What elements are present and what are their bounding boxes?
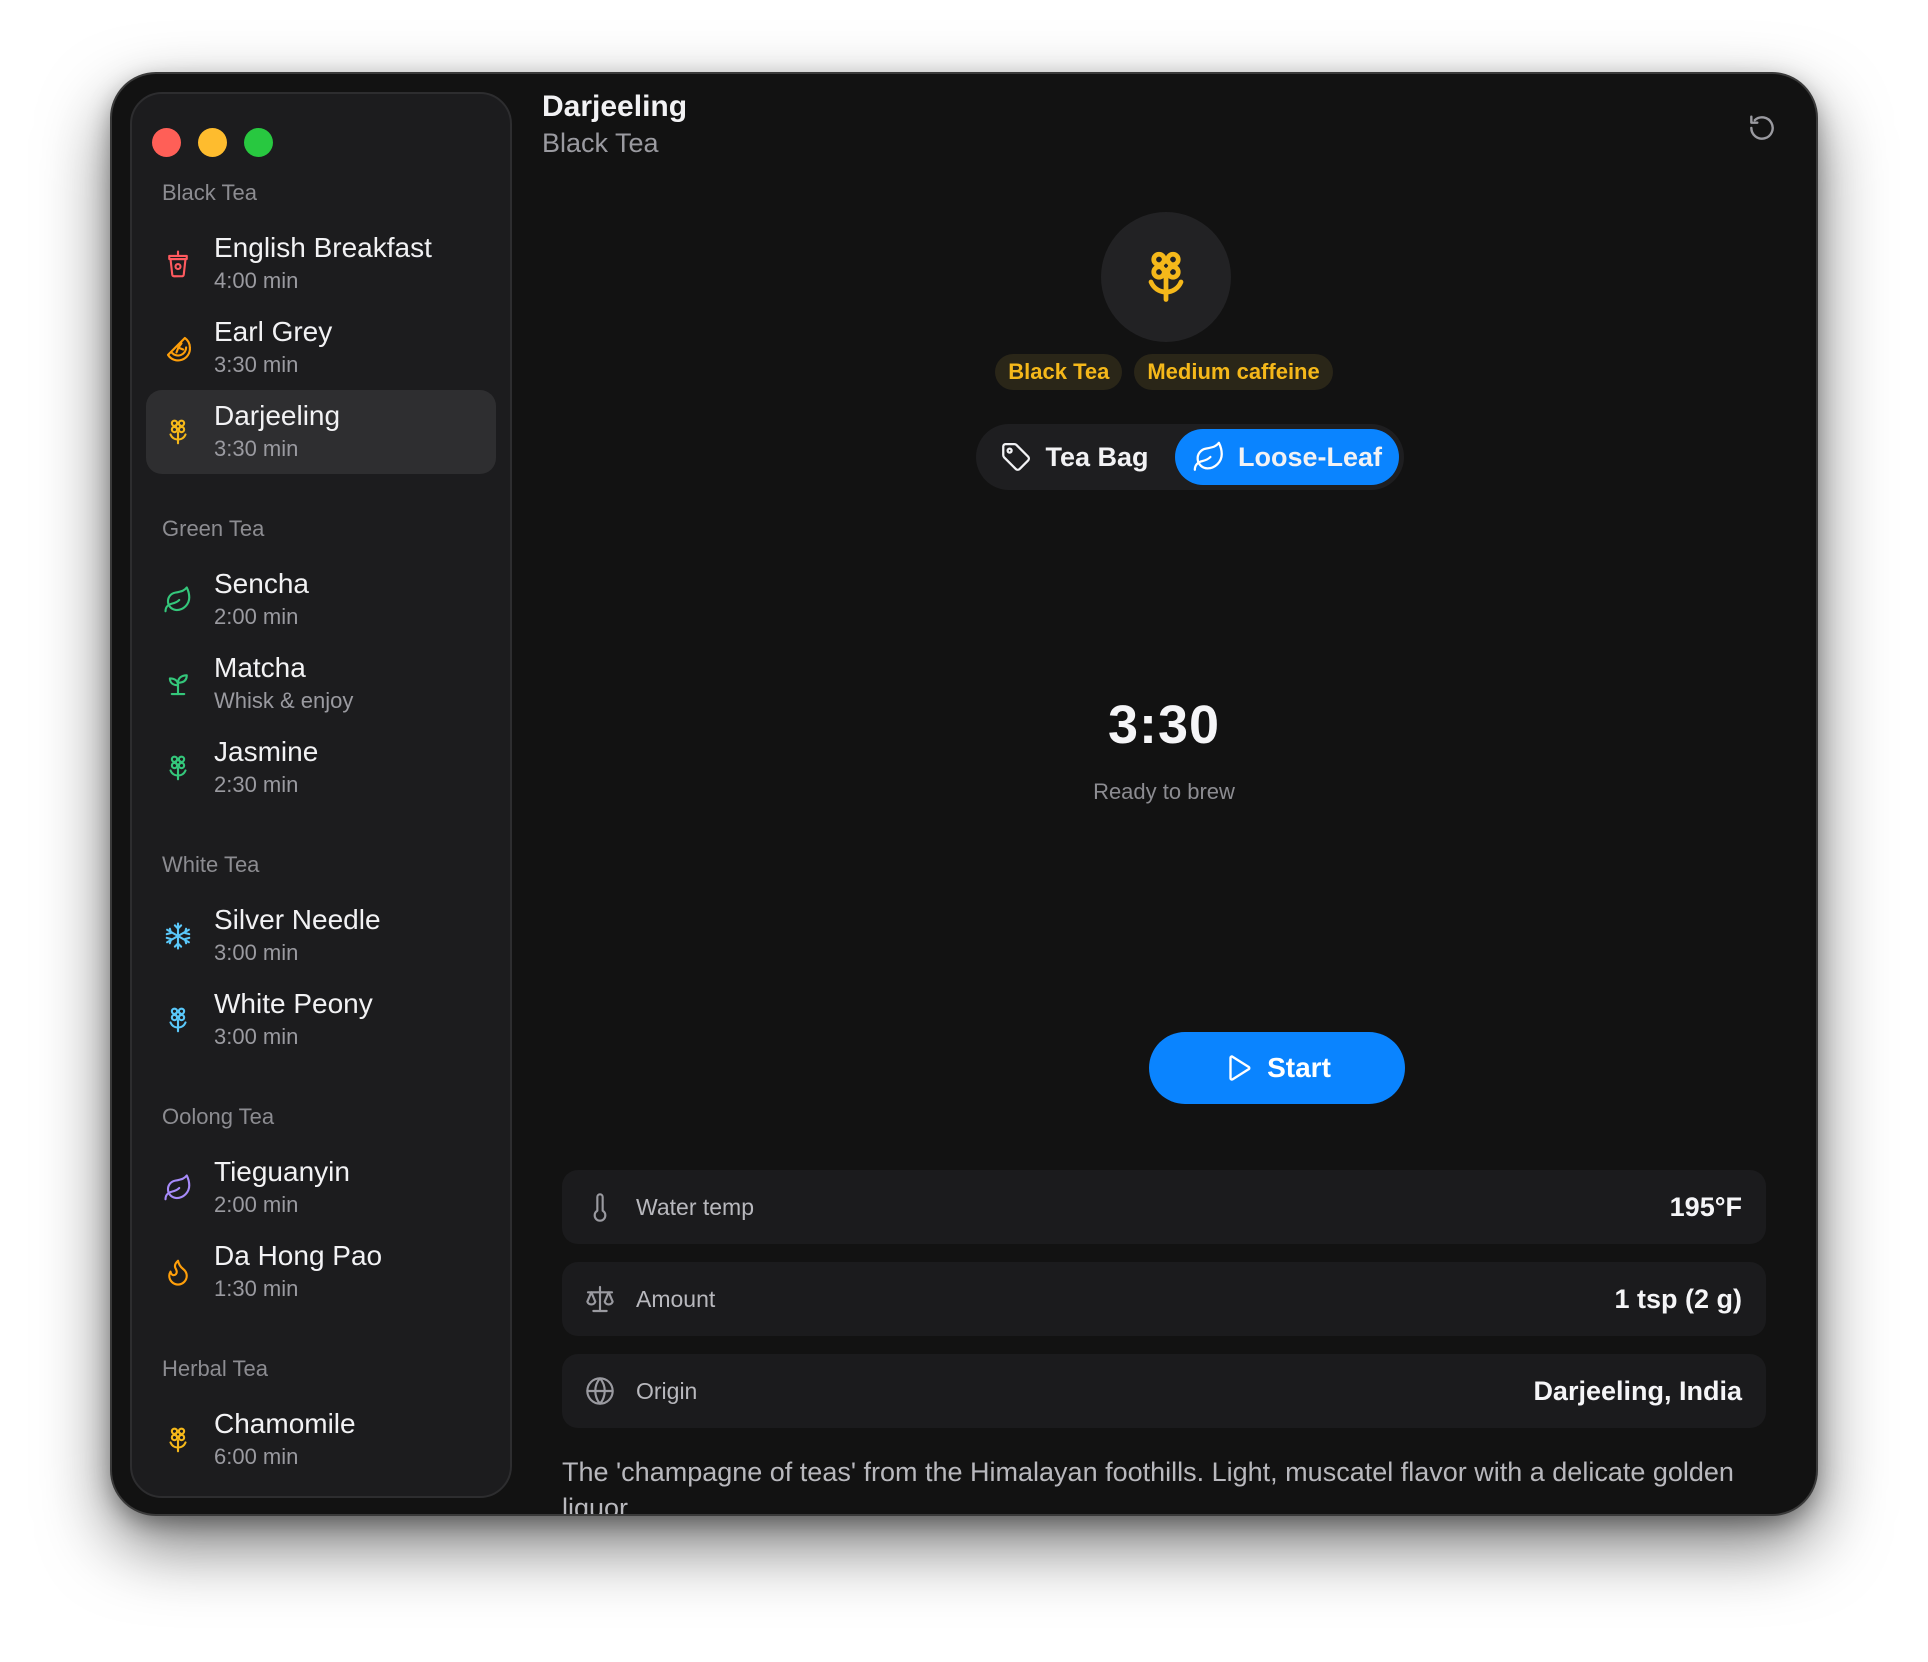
sidebar-item-sencha[interactable]: Sencha 2:00 min: [146, 558, 496, 642]
sidebar-item-label: White Peony: [214, 988, 373, 1019]
sidebar-item-subtitle: 3:30 min: [214, 436, 299, 461]
sidebar-item-label: Tieguanyin: [214, 1156, 350, 1187]
sprout-icon: [162, 668, 194, 700]
cup-icon: [162, 248, 194, 280]
minimize-window-button[interactable]: [198, 128, 227, 157]
sidebar-item-matcha[interactable]: Matcha Whisk & enjoy: [146, 642, 496, 726]
sidebar-item-peppermint[interactable]: Peppermint: [146, 1482, 496, 1496]
tag-icon: [1002, 442, 1031, 471]
sidebar-item-english-breakfast[interactable]: English Breakfast 4:00 min: [146, 222, 496, 306]
sidebar-item-subtitle: 2:00 min: [214, 604, 299, 629]
origin-row: Origin Darjeeling, India: [562, 1354, 1766, 1428]
info-value: 195°F: [1669, 1191, 1742, 1222]
sidebar-group: Oolong Tea Tieguanyin 2:00 min Da Hong Pao 1…: [132, 1100, 510, 1314]
sidebar-item-label: English Breakfast: [214, 232, 432, 263]
info-value: 1 tsp (2 g): [1614, 1283, 1742, 1314]
detail-pane: Darjeeling Black Tea Black Tea Medium ca…: [512, 74, 1816, 1514]
leaf-icon: [162, 1172, 194, 1204]
leaf-icon: [162, 584, 194, 616]
sidebar-item-subtitle: 3:30 min: [214, 352, 299, 377]
globe-icon: [586, 1377, 614, 1405]
info-value: Darjeeling, India: [1533, 1375, 1742, 1406]
app-window: Black Tea English Breakfast 4:00 min Earl G…: [112, 74, 1816, 1514]
flower-icon: [162, 1424, 194, 1456]
tea-description: The 'champagne of teas' from the Himalay…: [562, 1457, 1734, 1514]
caffeine-badge: Medium caffeine: [1134, 354, 1333, 390]
sidebar-item-silver-needle[interactable]: Silver Needle 3:00 min: [146, 894, 496, 978]
close-window-button[interactable]: [152, 128, 181, 157]
brew-mode-selector: Tea Bag Loose-Leaf: [976, 424, 1404, 490]
flower-icon: [162, 416, 194, 448]
sidebar-item-subtitle: 1:30 min: [214, 1276, 299, 1301]
timer-display: 3:30: [1107, 695, 1221, 755]
citrus-icon: [162, 332, 194, 364]
sidebar-group-title: Herbal Tea: [162, 1356, 268, 1381]
tea-list: Black Tea English Breakfast 4:00 min Earl G…: [132, 176, 510, 1496]
reset-icon[interactable]: [1746, 112, 1778, 144]
info-label: Amount: [636, 1285, 716, 1312]
sidebar-item-label: Matcha: [214, 652, 306, 683]
leaf-icon: [1193, 441, 1223, 471]
info-label: Water temp: [636, 1193, 755, 1220]
start-label: Start: [1267, 1052, 1331, 1083]
sidebar-item-subtitle: 3:00 min: [214, 940, 299, 965]
tea-bag-label: Tea Bag: [1045, 441, 1149, 472]
sidebar-item-label: Silver Needle: [214, 904, 381, 935]
maximize-window-button[interactable]: [244, 128, 273, 157]
loose-leaf-label: Loose-Leaf: [1237, 441, 1383, 472]
sidebar-item-da-hong-pao[interactable]: Da Hong Pao 1:30 min: [146, 1230, 496, 1314]
sidebar-item-label: Jasmine: [214, 736, 319, 767]
sidebar-item-jasmine[interactable]: Jasmine 2:30 min: [146, 726, 496, 810]
sidebar-group-title: Green Tea: [162, 516, 265, 541]
sidebar-group: Green Tea Sencha 2:00 min Matcha Whisk & enj…: [132, 512, 510, 810]
sidebar-group: Black Tea English Breakfast 4:00 min Earl G…: [132, 176, 510, 474]
loose-leaf-option[interactable]: Loose-Leaf: [1175, 429, 1399, 485]
sidebar-group-title: Oolong Tea: [162, 1104, 275, 1129]
timer-status: Ready to brew: [1093, 779, 1235, 804]
sidebar-group: White Tea Silver Needle 3:00 min White Peon…: [132, 848, 510, 1062]
hero-flower-icon: [1101, 212, 1231, 342]
info-label: Origin: [636, 1377, 698, 1404]
category-badge: Black Tea: [995, 354, 1123, 390]
window-controls: [152, 128, 273, 157]
sidebar-item-subtitle: 4:00 min: [214, 268, 299, 293]
sidebar-item-label: Earl Grey: [214, 316, 333, 347]
flame-icon: [162, 1256, 194, 1288]
play-icon: [1229, 1055, 1251, 1081]
page-title: Darjeeling: [542, 90, 688, 123]
sidebar-item-subtitle: 2:00 min: [214, 1192, 299, 1217]
sidebar-item-earl-grey[interactable]: Earl Grey 3:30 min: [146, 306, 496, 390]
thermometer-icon: [593, 1193, 607, 1222]
tea-badges: Black Tea Medium caffeine: [512, 354, 1816, 390]
sidebar-item-white-peony[interactable]: White Peony 3:00 min: [146, 978, 496, 1062]
sidebar-item-subtitle: Whisk & enjoy: [214, 688, 354, 713]
flower-icon: [162, 1004, 194, 1036]
water-temp-row: Water temp 195°F: [562, 1170, 1766, 1244]
scale-icon: [586, 1285, 614, 1313]
flower-icon: [162, 752, 194, 784]
sidebar-item-label: Da Hong Pao: [214, 1240, 383, 1271]
amount-row: Amount 1 tsp (2 g): [562, 1262, 1766, 1336]
sidebar-item-darjeeling[interactable]: Darjeeling 3:30 min: [146, 390, 496, 474]
sidebar-item-subtitle: 3:00 min: [214, 1024, 299, 1049]
sidebar: Black Tea English Breakfast 4:00 min Earl G…: [130, 92, 512, 1498]
sidebar-item-label: Sencha: [214, 568, 309, 599]
start-button[interactable]: Start: [1149, 1032, 1405, 1104]
sidebar-item-label: Chamomile: [214, 1408, 356, 1439]
sidebar-group-title: Black Tea: [162, 180, 257, 205]
sidebar-item-label: Darjeeling: [214, 400, 341, 431]
sidebar-item-chamomile[interactable]: Chamomile 6:00 min: [146, 1398, 496, 1482]
snowflake-icon: [162, 920, 194, 952]
page-subtitle: Black Tea: [542, 128, 659, 158]
sidebar-group-title: White Tea: [162, 852, 260, 877]
sidebar-item-subtitle: 6:00 min: [214, 1444, 299, 1469]
sidebar-item-subtitle: 2:30 min: [214, 772, 299, 797]
sidebar-group: Herbal Tea Chamomile 6:00 min Peppermint: [132, 1352, 510, 1496]
tea-bag-option[interactable]: Tea Bag: [981, 429, 1167, 485]
sidebar-item-tieguanyin[interactable]: Tieguanyin 2:00 min: [146, 1146, 496, 1230]
